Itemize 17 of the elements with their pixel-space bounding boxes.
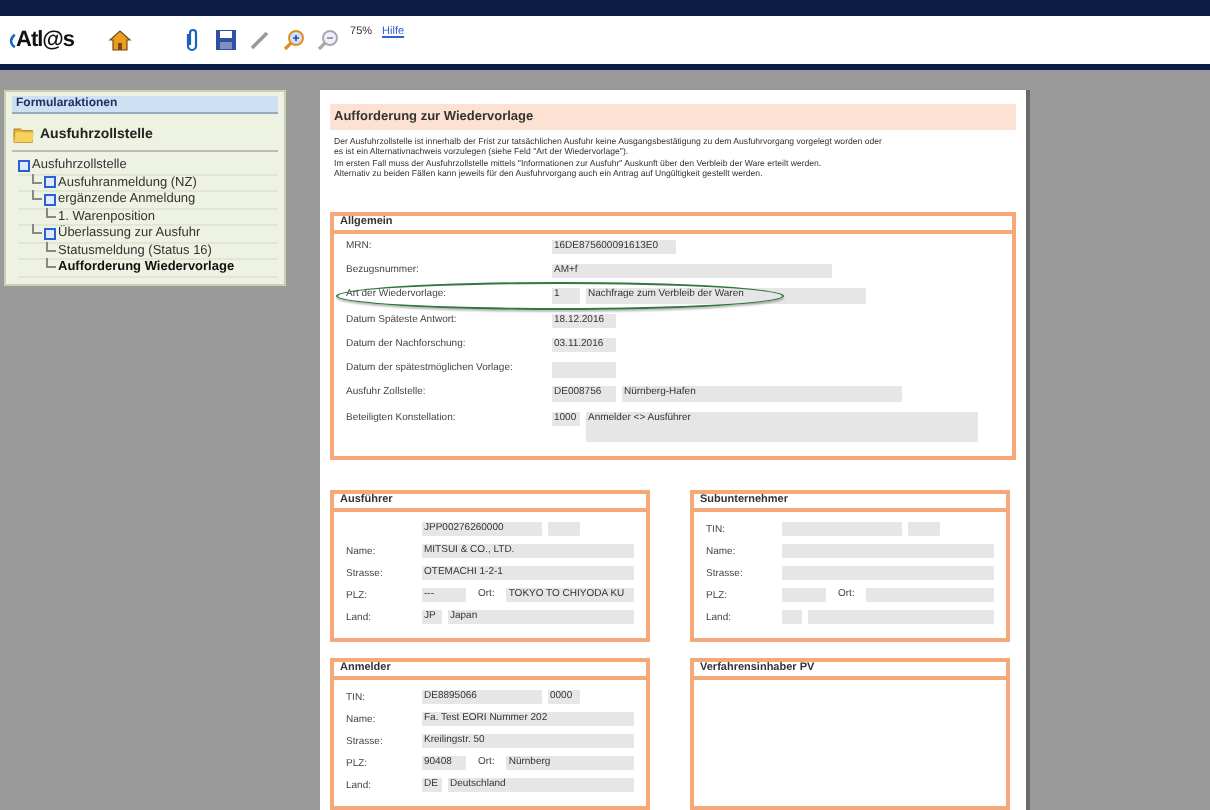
field — [782, 587, 826, 603]
tree-node-icon[interactable] — [44, 227, 56, 240]
field — [552, 362, 616, 378]
field — [782, 521, 902, 537]
field — [908, 521, 940, 537]
tree-node-icon[interactable] — [44, 176, 56, 189]
tree-node-icon[interactable] — [44, 193, 56, 206]
pencil-icon[interactable] — [248, 28, 273, 52]
save-icon[interactable] — [214, 28, 239, 52]
tree-node-icon[interactable] — [18, 159, 30, 172]
folder-icon — [12, 124, 36, 144]
field — [866, 587, 994, 603]
zoom-in-icon[interactable] — [282, 28, 307, 52]
home-icon[interactable] — [108, 28, 133, 52]
field — [782, 609, 802, 625]
atlas-logo: Atl@s — [6, 28, 75, 52]
field — [548, 521, 580, 537]
